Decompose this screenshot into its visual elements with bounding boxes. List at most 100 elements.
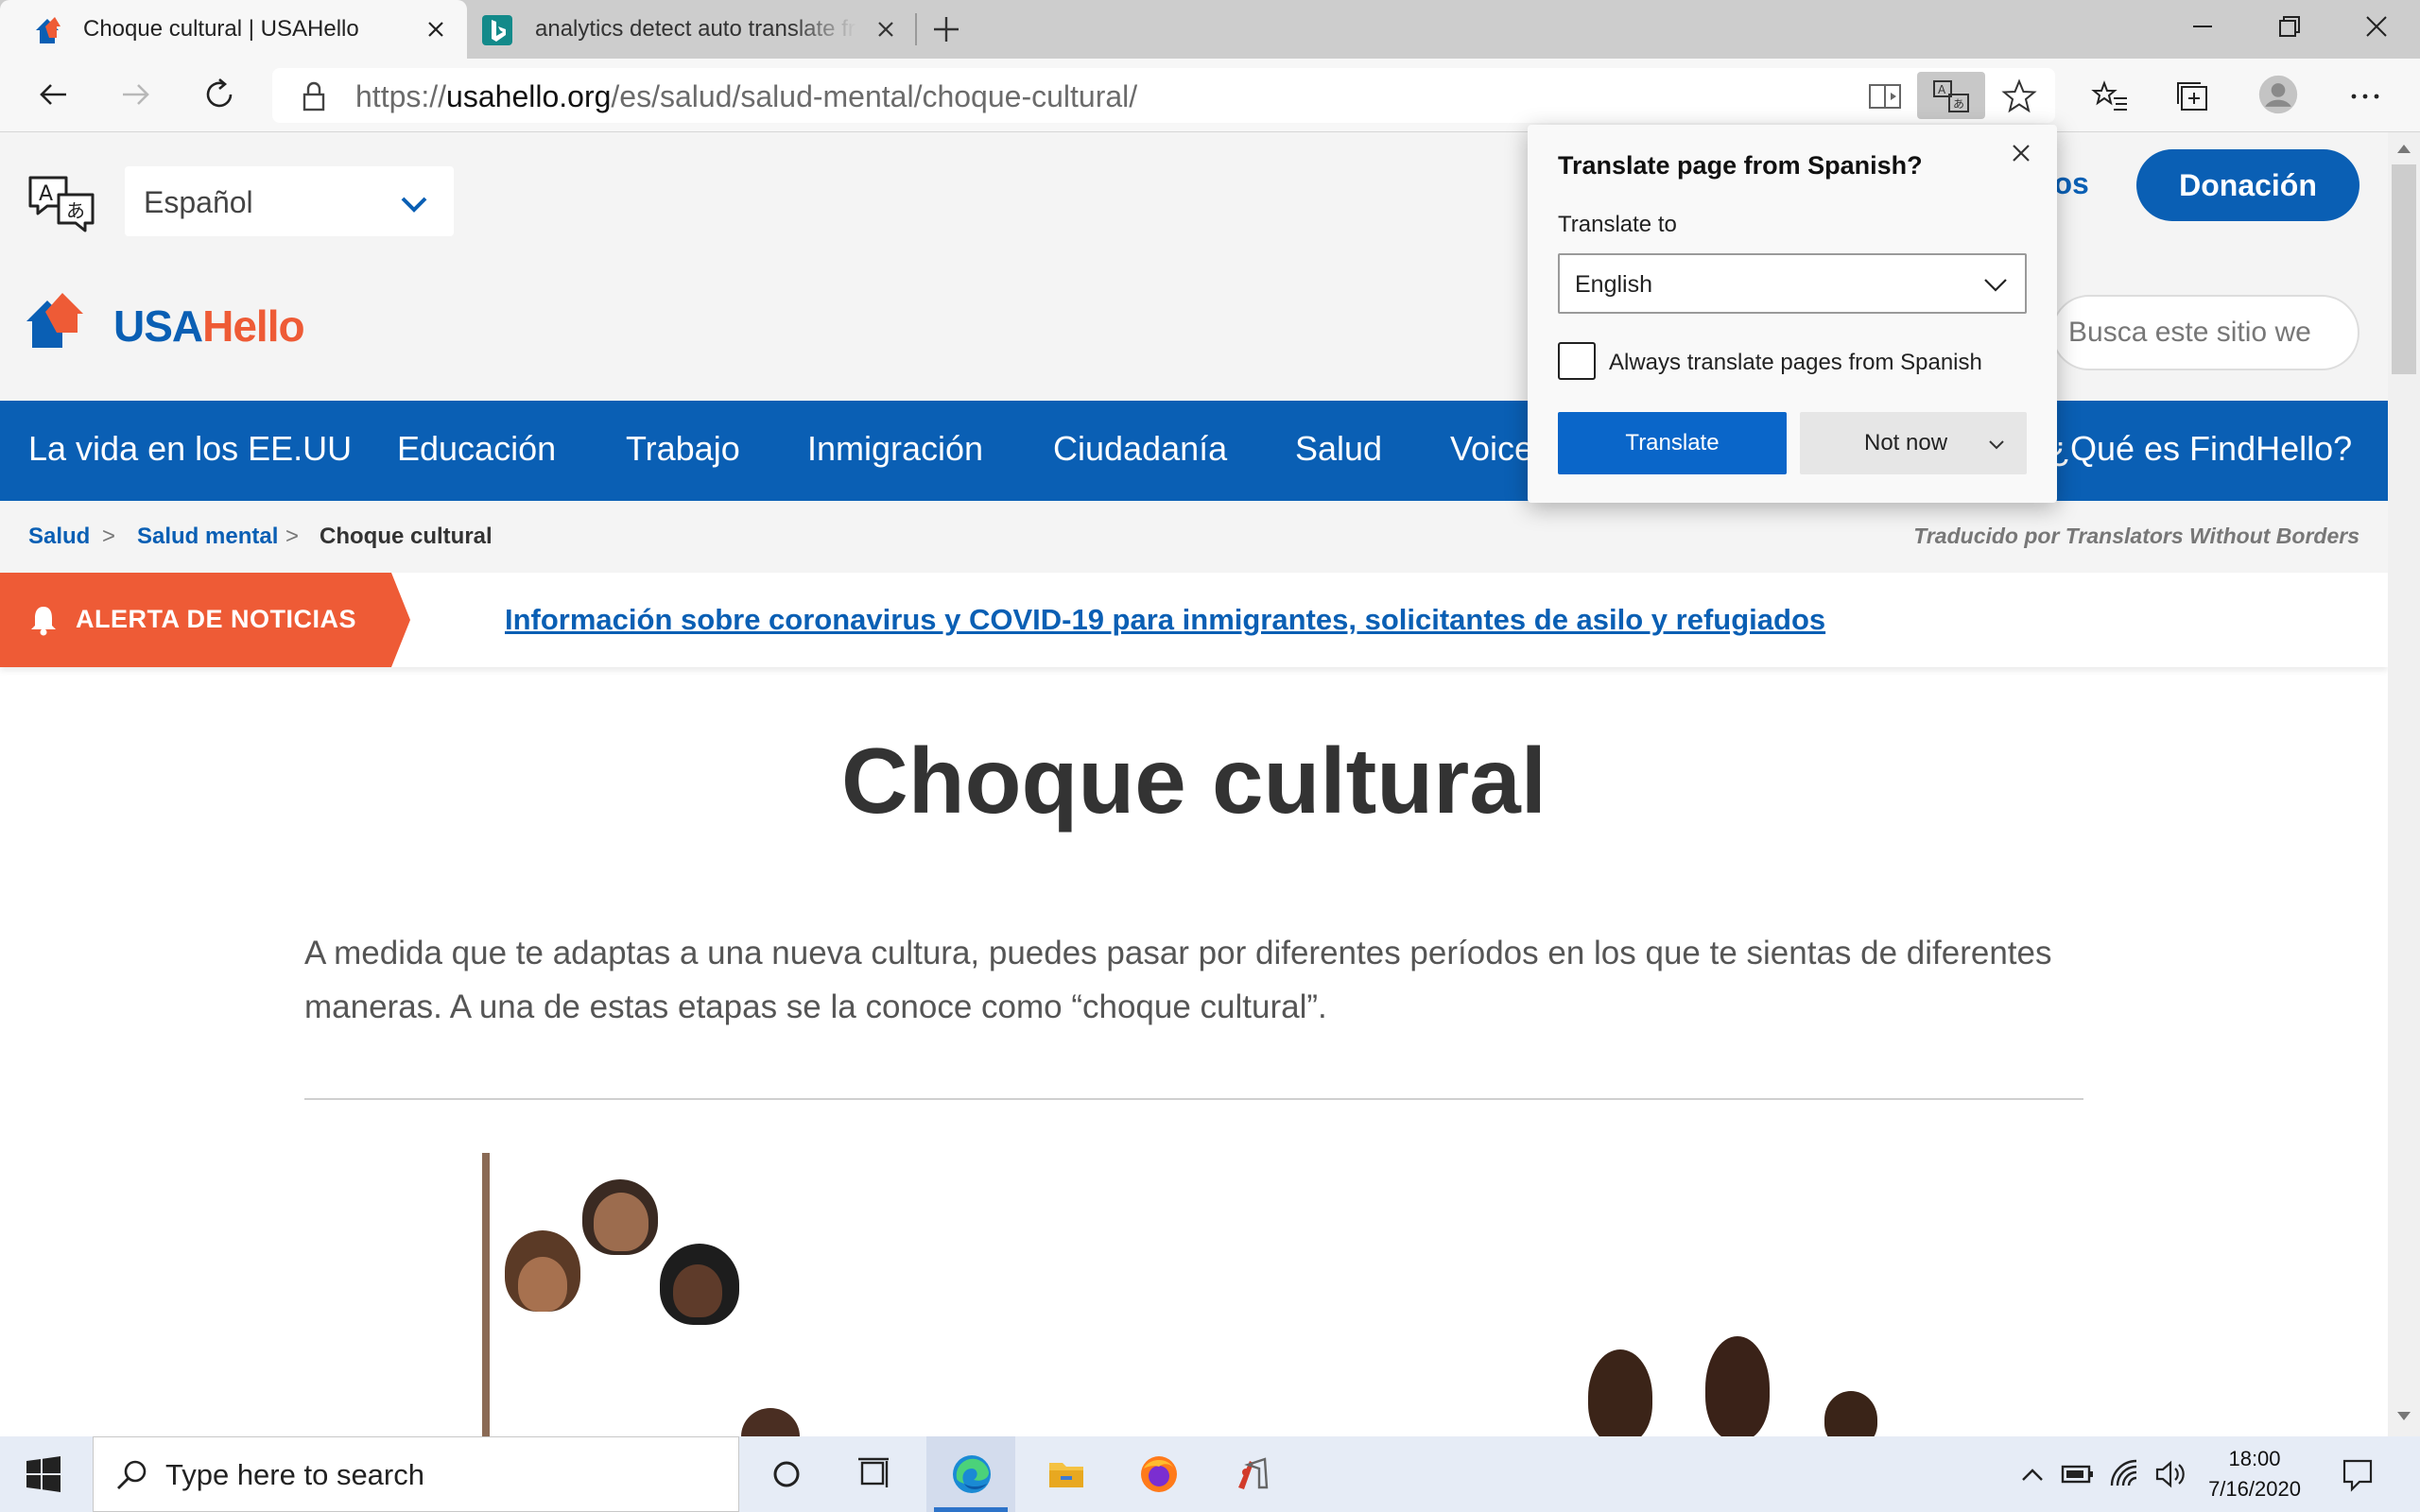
translate-icon[interactable]: Aあ [1930, 76, 1972, 117]
breadcrumb-separator: > [102, 524, 116, 549]
new-tab-icon[interactable] [930, 13, 962, 45]
svg-text:A: A [1938, 83, 1946, 96]
back-icon[interactable] [32, 74, 74, 115]
firefox-icon [1141, 1456, 1177, 1492]
url-host: usahello.org [446, 79, 612, 113]
tab-separator [915, 13, 917, 45]
firefox-button[interactable] [1114, 1436, 1202, 1512]
person-photo [1824, 1391, 1877, 1436]
forward-icon[interactable] [115, 74, 157, 115]
favorite-star-icon[interactable] [1998, 76, 2040, 117]
bell-icon [31, 607, 56, 636]
nav-item-inmigracion[interactable]: Inmigración [807, 429, 983, 469]
close-window-icon[interactable] [2358, 8, 2395, 45]
task-view-icon [858, 1457, 889, 1487]
collections-icon[interactable] [2172, 76, 2214, 117]
lock-icon[interactable] [293, 76, 335, 117]
close-icon[interactable] [2006, 138, 2036, 168]
scroll-down-arrow-icon[interactable] [2395, 1410, 2412, 1423]
usahello-wordmark[interactable]: USAHello [113, 301, 305, 352]
chevron-down-icon [401, 197, 427, 213]
file-explorer-button[interactable] [1021, 1436, 1110, 1512]
edge-taskbar-button[interactable] [926, 1436, 1015, 1512]
breadcrumb-salud[interactable]: Salud [28, 524, 90, 550]
cortana-icon [773, 1461, 800, 1487]
page-title: Choque cultural [841, 729, 1547, 833]
action-center-icon[interactable] [2339, 1455, 2377, 1493]
breadcrumb-separator: > [285, 524, 300, 549]
chevron-down-icon[interactable] [1985, 433, 2008, 455]
svg-text:A: A [39, 182, 53, 206]
nav-item-vida[interactable]: La vida en los EE.UU [28, 429, 352, 469]
usahello-logo-icon[interactable] [25, 291, 93, 350]
language-icon: A あ [28, 176, 95, 232]
nav-item-educacion[interactable]: Educación [397, 429, 556, 469]
intro-paragraph: A medida que te adaptas a una nueva cult… [304, 935, 2052, 1025]
site-search-input[interactable] [2068, 312, 2352, 353]
person-face [594, 1193, 648, 1251]
breadcrumb-salud-mental[interactable]: Salud mental [137, 524, 278, 550]
wifi-icon[interactable] [2106, 1455, 2144, 1493]
chevron-down-icon [1984, 279, 2007, 292]
immersive-reader-icon[interactable] [1864, 76, 1906, 117]
scrollbar-thumb[interactable] [2392, 164, 2416, 374]
person-photo [1705, 1336, 1770, 1436]
restore-icon[interactable] [2271, 8, 2308, 45]
pinned-app-icon [1238, 1457, 1269, 1489]
nav-item-trabajo[interactable]: Trabajo [626, 429, 740, 469]
close-tab-icon[interactable] [422, 15, 450, 43]
tab-title: analytics detect auto translate from [535, 16, 856, 42]
clock-date: 7/16/2020 [2208, 1477, 2301, 1501]
url-path: /es/salud/salud-mental/choque-cultural/ [611, 79, 1138, 113]
tab-title: Choque cultural | USAHello [83, 16, 359, 42]
nav-item-salud[interactable]: Salud [1295, 429, 1382, 469]
always-translate-checkbox[interactable] [1558, 342, 1596, 380]
url-scheme: https:// [355, 79, 447, 113]
task-view-button[interactable] [830, 1436, 919, 1512]
not-now-button[interactable]: Not now [1800, 412, 2027, 474]
taskbar-search[interactable] [93, 1436, 739, 1512]
translate-popup-title: Translate page from Spanish? [1558, 151, 1923, 180]
person-face [518, 1257, 567, 1312]
scroll-up-arrow-icon[interactable] [2395, 142, 2412, 155]
divider [304, 1098, 2083, 1100]
search-icon [117, 1460, 147, 1489]
site-search[interactable] [2051, 295, 2360, 370]
brand-usa: USA [113, 301, 203, 351]
person-photo [1588, 1349, 1652, 1436]
favorites-list-icon[interactable] [2089, 76, 2131, 117]
translation-credit: Traducido por Translators Without Border… [1913, 524, 2360, 548]
always-translate-label[interactable]: Always translate pages from Spanish [1609, 350, 1982, 376]
nav-item-ciudadania[interactable]: Ciudadanía [1053, 429, 1227, 469]
translate-to-label: Translate to [1558, 212, 1677, 237]
refresh-icon[interactable] [199, 74, 240, 115]
active-app-indicator [934, 1507, 1008, 1512]
minimize-icon[interactable] [2184, 8, 2221, 45]
taskbar-search-input[interactable] [165, 1454, 714, 1496]
translate-button[interactable]: Translate [1558, 412, 1787, 474]
battery-icon[interactable] [2059, 1455, 2097, 1493]
translate-popup: Translate page from Spanish? Translate t… [1528, 125, 2057, 503]
url-text[interactable]: https://usahello.org/es/salud/salud-ment… [355, 79, 1137, 114]
close-tab-icon[interactable] [872, 15, 900, 43]
nav-item-voice[interactable]: Voice [1450, 429, 1533, 469]
language-select[interactable]: Español [125, 166, 454, 236]
culture-shock-illustration [473, 1153, 1947, 1436]
covid-info-link[interactable]: Información sobre coronavirus y COVID-19… [505, 603, 1825, 637]
target-language-select[interactable]: English [1558, 253, 2027, 314]
more-options-icon[interactable] [2344, 76, 2386, 117]
show-hidden-icons-icon[interactable] [2014, 1455, 2051, 1493]
tab-usahello[interactable]: Choque cultural | USAHello [0, 0, 467, 59]
nav-item-findhello[interactable]: ¿Qué es FindHello? [2049, 429, 2352, 469]
cortana-button[interactable] [741, 1436, 830, 1512]
illustration-axis [482, 1153, 490, 1436]
profile-avatar-icon[interactable] [2257, 74, 2299, 115]
volume-icon[interactable] [2152, 1455, 2189, 1493]
usahello-favicon-icon [36, 17, 60, 43]
donate-button[interactable]: Donación [2136, 149, 2360, 221]
pinned-app-button[interactable] [1206, 1436, 1295, 1512]
system-clock[interactable]: 18:00 7/16/2020 [2203, 1444, 2307, 1504]
tab-bing[interactable]: analytics detect auto translate from [467, 0, 915, 59]
person-face [673, 1264, 722, 1317]
windows-start-icon[interactable] [25, 1455, 62, 1493]
